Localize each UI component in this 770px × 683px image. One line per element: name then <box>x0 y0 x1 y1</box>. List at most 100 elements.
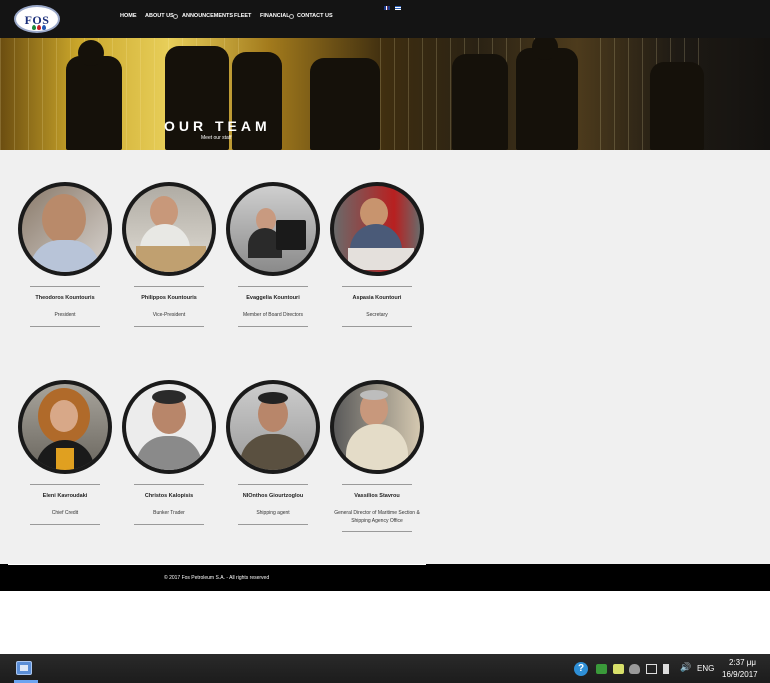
photo <box>50 400 78 432</box>
avatar <box>122 380 216 474</box>
photo <box>276 220 306 250</box>
divider <box>238 286 308 287</box>
flag-en-icon[interactable] <box>384 6 390 10</box>
silhouette <box>232 52 282 150</box>
divider <box>238 484 308 485</box>
member-role: Secretary <box>366 312 388 318</box>
team-member-card: Eleni Kavroudaki Chief Credit <box>13 380 117 525</box>
divider <box>342 531 412 532</box>
volume-icon[interactable]: 🔊 <box>680 662 691 672</box>
nav-submenu-icon <box>173 14 178 19</box>
hero-banner: OUR TEAM Meet our staff <box>0 38 770 150</box>
divider <box>30 325 100 327</box>
nav-announcements[interactable]: ANNOUNCEMENTS <box>182 13 233 19</box>
member-name: Aspasia Kountouri <box>352 295 402 301</box>
avatar <box>330 182 424 276</box>
page: FOS HOME ABOUT US ANNOUNCEMENTS FLEET FI… <box>0 0 770 683</box>
team-member-card: Vassilios Stavrou General Director of Ma… <box>325 380 429 532</box>
photo <box>230 384 316 470</box>
team-member-card: NIOnthos Giourtzoglou Shipping agent <box>221 380 325 525</box>
page-subtitle: Meet our staff <box>201 135 232 141</box>
divider <box>238 523 308 525</box>
logo-drop-blue <box>42 25 46 30</box>
divider <box>342 325 412 327</box>
member-name: Evaggelia Kountouri <box>246 295 300 301</box>
logo-drop-red <box>37 25 41 30</box>
page-title: OUR TEAM <box>164 118 271 134</box>
photo <box>56 448 74 470</box>
clock-date[interactable]: 16/9/2017 <box>722 670 758 679</box>
divider <box>8 564 426 565</box>
member-name: Vassilios Stavrou <box>354 493 400 499</box>
member-role: President <box>54 312 76 318</box>
nav-about-us[interactable]: ABOUT US <box>145 13 174 19</box>
avatar <box>330 380 424 474</box>
photo <box>240 434 306 470</box>
member-name: Philippos Kountouris <box>141 295 197 301</box>
photo <box>152 390 186 404</box>
silhouette <box>66 56 122 150</box>
nav-financial[interactable]: FINANCIAL <box>260 13 290 19</box>
divider <box>30 286 100 287</box>
member-name: Christos Kalopisis <box>144 493 194 499</box>
site-header: FOS HOME ABOUT US ANNOUNCEMENTS FLEET FI… <box>0 0 770 38</box>
avatar <box>122 182 216 276</box>
notes-icon[interactable] <box>613 664 624 674</box>
divider <box>342 484 412 485</box>
clock-time[interactable]: 2:37 μμ <box>729 658 756 667</box>
member-role: Member of Board Directors <box>242 312 304 318</box>
photo <box>258 392 288 404</box>
silhouette <box>516 48 578 150</box>
member-role: Bunker Trader <box>153 510 185 516</box>
member-name: NIOnthos Giourtzoglou <box>242 493 304 499</box>
member-role: Chief Credit <box>51 510 79 516</box>
team-section: Theodoros Kountouris President Philippos… <box>0 150 770 564</box>
photo <box>42 194 86 244</box>
site-footer: © 2017 Fos Petroleum S.A. - All rights r… <box>0 564 770 591</box>
security-icon[interactable] <box>596 664 607 674</box>
fos-logo[interactable]: FOS <box>14 5 60 33</box>
member-role: Shipping agent <box>256 510 290 516</box>
divider <box>134 286 204 287</box>
avatar <box>226 182 320 276</box>
photo <box>126 186 212 272</box>
team-member-card: Christos Kalopisis Bunker Trader <box>117 380 221 525</box>
divider <box>30 484 100 485</box>
team-member-card: Evaggelia Kountouri Member of Board Dire… <box>221 182 325 327</box>
photo <box>334 186 420 272</box>
avatar <box>226 380 320 474</box>
nav-home[interactable]: HOME <box>120 13 137 19</box>
language-indicator[interactable]: ENG <box>697 664 714 673</box>
divider <box>342 286 412 287</box>
photo <box>346 424 408 470</box>
silhouette <box>78 40 104 66</box>
divider <box>134 484 204 485</box>
help-icon[interactable]: ? <box>574 662 588 676</box>
silhouette <box>310 58 380 150</box>
copyright-text: © 2017 Fos Petroleum S.A. - All rights r… <box>164 575 270 581</box>
logo-drop-green <box>32 25 36 30</box>
photo <box>22 384 108 470</box>
photo <box>136 246 206 272</box>
silhouette <box>452 54 508 150</box>
network-icon[interactable] <box>646 664 657 674</box>
nav-fleet[interactable]: FLEET <box>234 13 251 19</box>
photo <box>360 390 388 400</box>
photo <box>348 248 414 270</box>
cloud-icon[interactable] <box>629 664 640 674</box>
member-role: General Director of Maritime Section & S… <box>334 510 420 524</box>
photo <box>136 436 202 470</box>
nav-submenu-icon <box>289 14 294 19</box>
windows-start-icon[interactable] <box>16 661 32 675</box>
divider <box>134 325 204 327</box>
battery-icon[interactable] <box>663 664 669 674</box>
member-role: Vice-President <box>152 312 186 318</box>
windows-taskbar: ? 🔊 ENG 2:37 μμ 16/9/2017 <box>0 654 770 683</box>
photo <box>334 384 420 470</box>
flag-gr-icon[interactable] <box>395 6 401 10</box>
divider <box>30 523 100 525</box>
avatar <box>18 182 112 276</box>
nav-contact-us[interactable]: CONTACT US <box>297 13 333 19</box>
member-name: Theodoros Kountouris <box>35 295 95 301</box>
divider <box>238 325 308 327</box>
